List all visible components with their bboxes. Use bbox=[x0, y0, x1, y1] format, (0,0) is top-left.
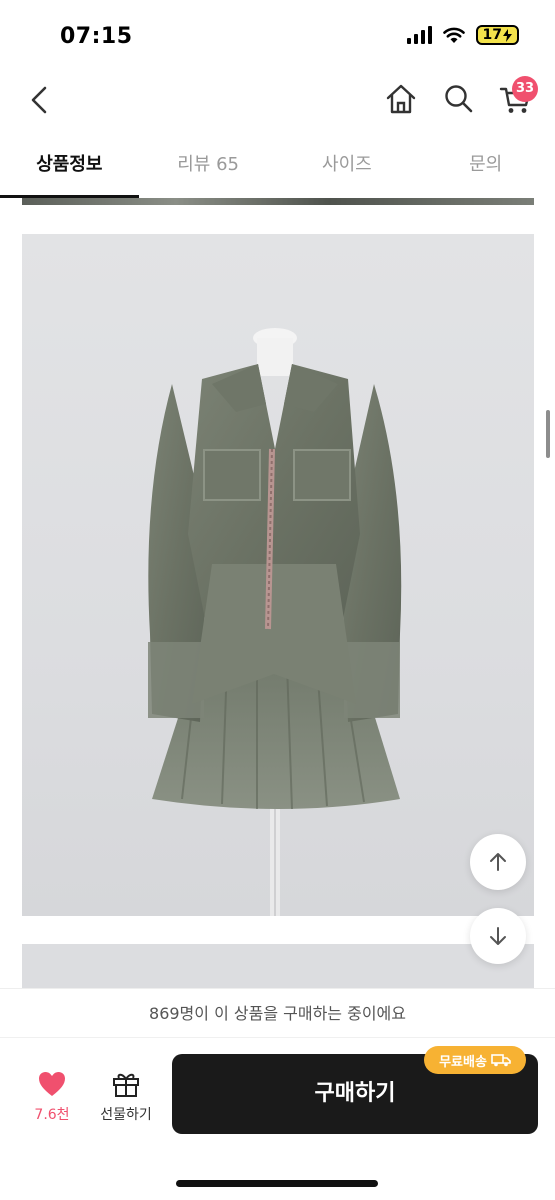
back-button[interactable] bbox=[22, 80, 58, 120]
battery-indicator: 17 bbox=[475, 25, 519, 45]
home-button[interactable] bbox=[384, 82, 418, 116]
cellular-signal-icon bbox=[406, 26, 432, 44]
product-tabs: 상품정보 리뷰 65 사이즈 문의 bbox=[0, 142, 555, 198]
tab-product-info[interactable]: 상품정보 bbox=[0, 142, 139, 198]
battery-level: 17 bbox=[482, 27, 502, 43]
home-indicator bbox=[176, 1180, 378, 1187]
app-header: 33 bbox=[0, 70, 555, 130]
tab-inquiry[interactable]: 문의 bbox=[416, 142, 555, 198]
free-shipping-label: 무료배송 bbox=[439, 1054, 487, 1070]
cart-count-badge: 33 bbox=[512, 76, 539, 102]
tab-reviews[interactable]: 리뷰 65 bbox=[139, 142, 278, 198]
wifi-icon bbox=[442, 27, 465, 43]
buyers-now-banner: 869명이 이 상품을 구매하는 중이에요 bbox=[0, 988, 555, 1038]
scrollbar[interactable] bbox=[546, 410, 550, 458]
chevron-left-icon bbox=[31, 86, 47, 114]
gift-button[interactable]: 선물하기 bbox=[90, 1070, 162, 1130]
truck-icon bbox=[491, 1054, 511, 1067]
arrow-up-icon bbox=[490, 853, 506, 871]
search-icon bbox=[445, 85, 473, 113]
status-icons: 17 bbox=[406, 25, 519, 45]
denim-jacket-skirt-photo bbox=[148, 328, 402, 916]
heart-icon bbox=[39, 1072, 65, 1096]
search-button[interactable] bbox=[442, 82, 476, 116]
status-bar: 07:15 17 bbox=[0, 0, 555, 70]
free-shipping-badge: 무료배송 bbox=[424, 1046, 526, 1074]
gift-label: 선물하기 bbox=[100, 1107, 152, 1123]
like-button[interactable]: 7.6천 bbox=[22, 1070, 82, 1130]
previous-product-image bbox=[22, 198, 534, 205]
charging-bolt-icon bbox=[503, 28, 512, 42]
home-icon bbox=[386, 84, 416, 114]
product-image bbox=[22, 234, 534, 916]
scroll-up-button[interactable] bbox=[470, 834, 526, 890]
gift-icon bbox=[113, 1073, 139, 1097]
arrow-down-icon bbox=[490, 927, 506, 945]
tab-size[interactable]: 사이즈 bbox=[278, 142, 417, 198]
bottom-action-bar: 7.6천 선물하기 구매하기 무료배송 bbox=[0, 1038, 555, 1200]
like-count: 7.6천 bbox=[34, 1107, 70, 1123]
status-time: 07:15 bbox=[60, 24, 133, 49]
scroll-down-button[interactable] bbox=[470, 908, 526, 964]
